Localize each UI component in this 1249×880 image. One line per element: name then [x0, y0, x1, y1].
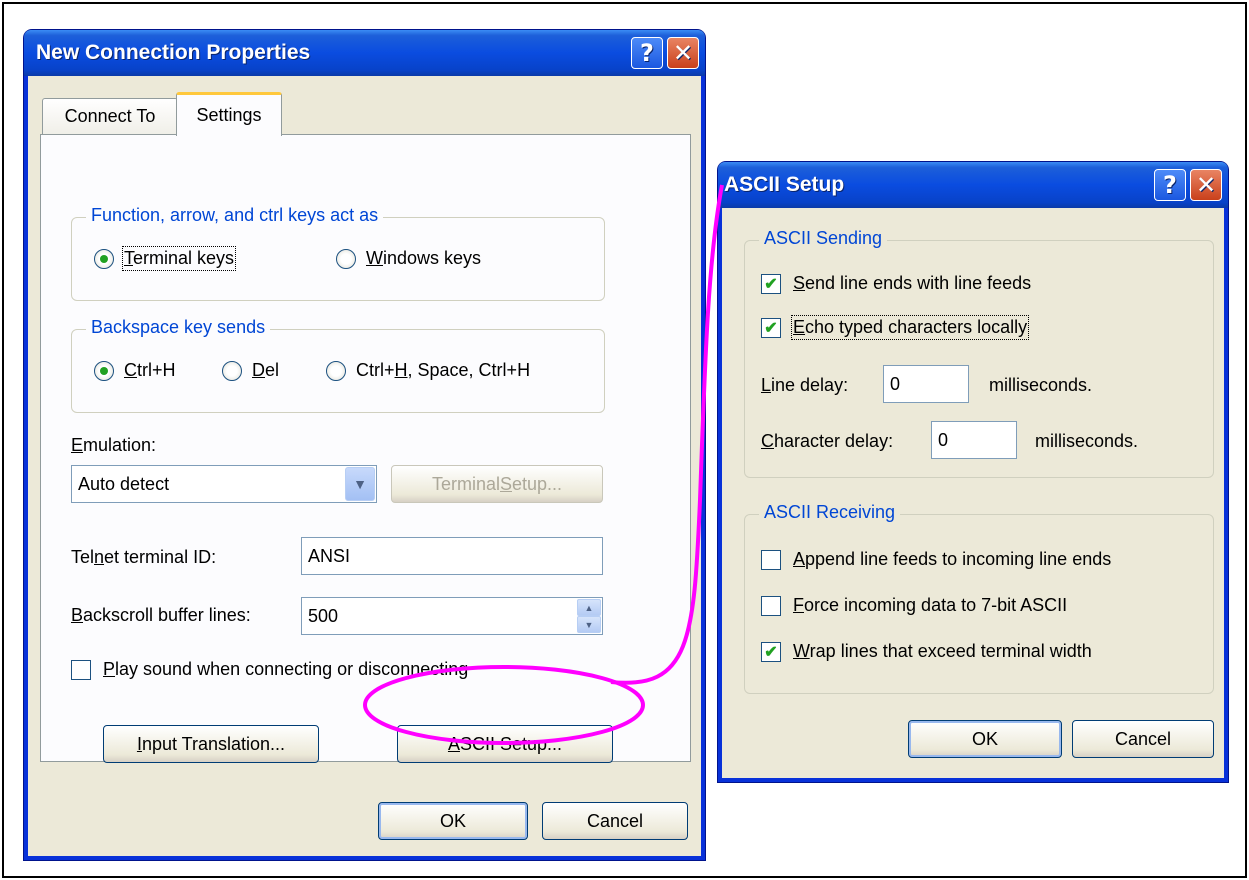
force-7bit-label: Force incoming data to 7-bit ASCII — [793, 595, 1068, 615]
terminal-setup-button[interactable]: Terminal Setup... — [391, 465, 603, 503]
settings-panel: Function, arrow, and ctrl keys act as Te… — [40, 134, 691, 763]
windows-keys-radio[interactable]: Windows keys — [336, 248, 481, 269]
ctrl-h-space-label: Ctrl+H, Space, Ctrl+H — [356, 360, 531, 380]
radio-selected-icon — [94, 360, 114, 381]
radio-unselected-icon — [326, 360, 346, 381]
dialog-title: New Connection Properties — [36, 41, 311, 64]
ascii-ok-button[interactable]: OK — [908, 720, 1062, 758]
ctrl-h-label: Ctrl+H — [124, 360, 176, 380]
del-label: Del — [252, 360, 280, 380]
line-delay-unit: milliseconds. — [989, 375, 1093, 395]
checkmark-icon: ✔ — [761, 641, 781, 662]
tab-settings[interactable]: Settings — [176, 92, 282, 136]
function-keys-legend: Function, arrow, and ctrl keys act as — [86, 205, 384, 226]
emulation-value: Auto detect — [78, 474, 170, 494]
ascii-receiving-group: ASCII Receiving Append line feeds to inc… — [744, 502, 1214, 694]
tab-connect-to[interactable]: Connect To — [42, 98, 178, 134]
checkbox-unchecked-icon — [761, 595, 781, 616]
backscroll-stepper[interactable]: 500 ▲ ▼ — [301, 597, 603, 635]
ctrl-h-radio[interactable]: Ctrl+H — [94, 360, 176, 381]
terminal-keys-label: Terminal keys — [121, 246, 237, 271]
windows-keys-label: Windows keys — [366, 248, 482, 268]
telnet-id-label: Telnet terminal ID: — [71, 547, 217, 567]
del-radio[interactable]: Del — [222, 360, 279, 381]
ascii-dialog-title: ASCII Setup — [724, 173, 845, 196]
wrap-lines-label: Wrap lines that exceed terminal width — [793, 641, 1092, 661]
ascii-setup-button[interactable]: A SCII Setup... — [397, 725, 613, 763]
line-delay-label: Line delay: — [761, 375, 849, 395]
ascii-cancel-button[interactable]: Cancel — [1072, 720, 1214, 758]
chevron-down-icon[interactable]: ▼ — [345, 467, 375, 501]
emulation-label: Emulation: — [71, 435, 157, 455]
backscroll-label: Backscroll buffer lines: — [71, 605, 251, 625]
force-7bit-checkbox[interactable]: Force incoming data to 7-bit ASCII — [761, 595, 1067, 616]
send-line-ends-label: Send line ends with line feeds — [793, 273, 1032, 293]
checkbox-unchecked-icon — [71, 659, 91, 680]
echo-typed-checkbox[interactable]: ✔ Echo typed characters locally — [761, 315, 1030, 340]
tab-connect-to-label: Connect To — [64, 106, 156, 126]
checkmark-icon: ✔ — [761, 317, 781, 338]
echo-typed-label: Echo typed characters locally — [790, 315, 1030, 340]
ctrl-h-space-radio[interactable]: Ctrl+H, Space, Ctrl+H — [326, 360, 530, 381]
title-bar[interactable]: New Connection Properties ? ✕ — [24, 30, 705, 76]
ascii-sending-legend: ASCII Sending — [759, 228, 888, 249]
new-connection-properties-dialog: New Connection Properties ? ✕ Connect To… — [24, 30, 705, 860]
line-delay-field[interactable]: 0 — [883, 365, 969, 403]
wrap-lines-checkbox[interactable]: ✔ Wrap lines that exceed terminal width — [761, 641, 1092, 662]
telnet-id-field[interactable]: ANSI — [301, 537, 603, 575]
cancel-button[interactable]: Cancel — [542, 802, 688, 840]
radio-unselected-icon — [222, 360, 242, 381]
radio-unselected-icon — [336, 248, 356, 269]
emulation-select[interactable]: Auto detect ▼ — [71, 465, 377, 503]
help-icon[interactable]: ? — [631, 37, 663, 69]
checkmark-icon: ✔ — [761, 273, 781, 294]
ascii-sending-group: ASCII Sending ✔ Send line ends with line… — [744, 228, 1214, 478]
char-delay-label: Character delay: — [761, 431, 894, 451]
play-sound-checkbox[interactable]: Play sound when connecting or disconnect… — [71, 659, 468, 680]
ok-button[interactable]: OK — [378, 802, 528, 840]
backspace-legend: Backspace key sends — [86, 317, 271, 338]
tab-settings-label: Settings — [196, 105, 262, 125]
input-translation-button[interactable]: Input Translation... — [103, 725, 319, 763]
ascii-title-bar[interactable]: ASCII Setup ? ✕ — [718, 162, 1228, 208]
close-icon[interactable]: ✕ — [1190, 169, 1222, 201]
ascii-setup-dialog: ASCII Setup ? ✕ ASCII Sending ✔ Send lin… — [718, 162, 1228, 782]
spin-up-icon[interactable]: ▲ — [577, 599, 601, 616]
char-delay-unit: milliseconds. — [1035, 431, 1139, 451]
play-sound-label: Play sound when connecting or disconnect… — [103, 659, 469, 679]
checkbox-unchecked-icon — [761, 549, 781, 570]
terminal-keys-radio[interactable]: Terminal keys — [94, 246, 237, 271]
char-delay-field[interactable]: 0 — [931, 421, 1017, 459]
append-line-feeds-label: Append line feeds to incoming line ends — [793, 549, 1112, 569]
backspace-group: Backspace key sends Ctrl+H Del Ctrl+H, S… — [71, 317, 605, 413]
spin-down-icon[interactable]: ▼ — [577, 616, 601, 633]
function-keys-group: Function, arrow, and ctrl keys act as Te… — [71, 205, 605, 301]
send-line-ends-checkbox[interactable]: ✔ Send line ends with line feeds — [761, 273, 1031, 294]
radio-selected-icon — [94, 248, 114, 269]
append-line-feeds-checkbox[interactable]: Append line feeds to incoming line ends — [761, 549, 1111, 570]
help-icon[interactable]: ? — [1154, 169, 1186, 201]
close-icon[interactable]: ✕ — [667, 37, 699, 69]
backscroll-value: 500 — [308, 606, 339, 626]
ascii-receiving-legend: ASCII Receiving — [759, 502, 901, 523]
